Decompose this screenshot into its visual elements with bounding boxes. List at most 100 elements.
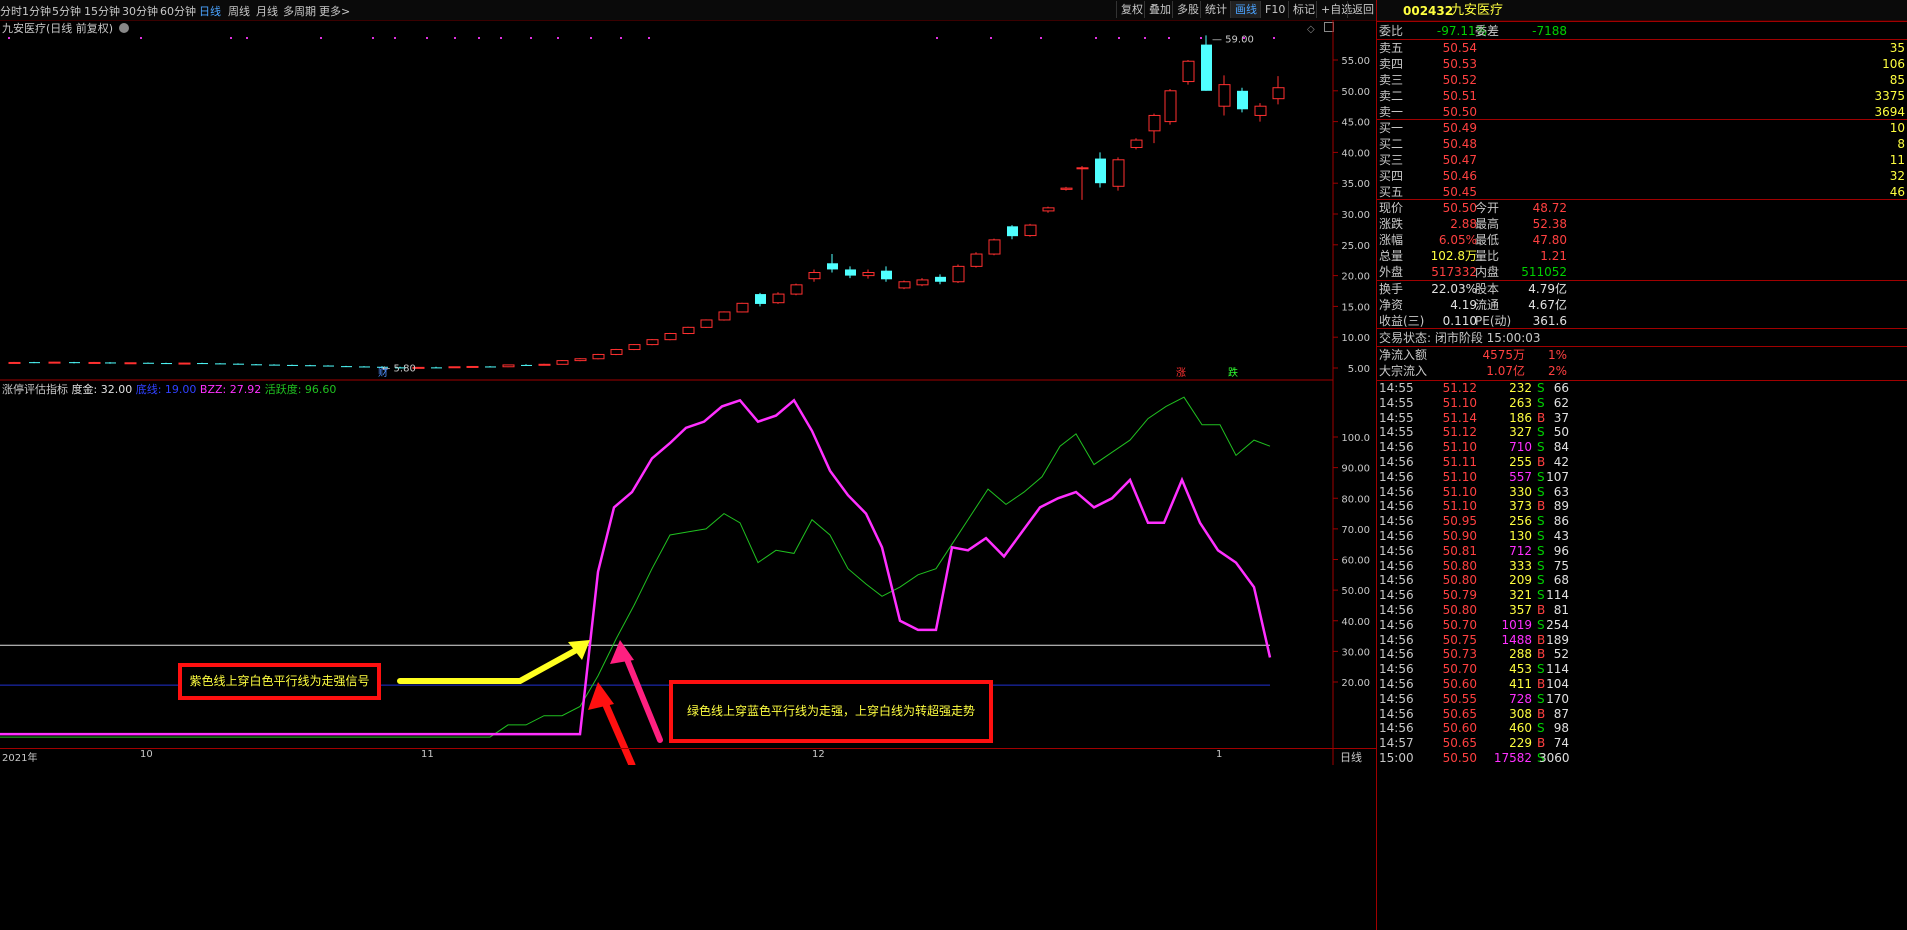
period-tab[interactable]: 60分钟 [160,3,196,19]
stat-value: 102.8万 [1430,249,1477,263]
tick-price: 50.73 [1442,647,1477,662]
tick-row: 14:55 51.12 232 S 66 [1377,381,1907,396]
candle-body [143,362,154,364]
tick-volume: 308 [1509,706,1532,721]
overlay-button[interactable]: 叠加 [1144,1,1175,18]
draw-line-button[interactable]: 画线 [1230,1,1261,18]
stat-label: 涨跌 [1379,217,1404,231]
restore-right-button[interactable]: 复权 [1116,1,1147,18]
tick-volume: 453 [1509,662,1532,677]
indicator-tick-label: 60.00 [1341,556,1370,567]
candle-body [1182,60,1195,83]
bid-row: 买三 50.47 11 [1377,152,1907,168]
tick-count: 3060 [1539,751,1570,765]
candle-body [1076,167,1089,170]
tick-price: 51.10 [1442,499,1477,514]
tick-time: 14:55 [1379,410,1414,425]
candle-body [538,363,551,366]
period-tab[interactable]: 周线 [228,3,250,19]
tick-volume: 712 [1509,543,1532,558]
stat-label: 最高 [1475,217,1500,231]
tick-volume: 232 [1509,381,1532,395]
tick-count: 52 [1553,647,1569,662]
candle-body [287,364,298,366]
stat-row: 现价 50.50 今开 48.72 [1377,200,1907,216]
mark-button[interactable]: 标记 [1288,1,1319,18]
stat-value: 2.88 [1450,217,1477,231]
candle-body [592,353,605,360]
candle-body [161,363,172,365]
period-tab[interactable]: 多周期 [283,3,316,19]
event-marker [394,37,396,39]
bid-label: 买二 [1379,137,1404,151]
ask-label: 卖五 [1379,41,1404,55]
candle-body [1254,105,1267,116]
stat-value: 4.79亿 [1528,282,1567,296]
statistics-button[interactable]: 统计 [1200,1,1231,18]
candle-body [88,361,101,364]
tick-price: 50.70 [1442,617,1477,632]
stat-label: 涨幅 [1379,233,1404,247]
candle-body [827,263,838,270]
period-tab[interactable]: 30分钟 [122,3,158,19]
candle-body [1218,84,1231,107]
tick-volume: 288 [1509,647,1532,662]
multi-stock-button[interactable]: 多股 [1172,1,1203,18]
bid-volume: 10 [1889,121,1905,135]
indicator-tick-label: 40.00 [1341,617,1370,628]
tick-row: 14:56 50.95 256 S 86 [1377,514,1907,529]
chart-area[interactable]: 55.00 50.00 45.00 40.00 35.00 30.00 25.00 20.00… [0,20,1376,765]
candle-body [970,253,983,267]
tick-volume: 130 [1509,529,1532,543]
period-tab[interactable]: 月线 [256,3,278,19]
tick-price: 50.90 [1442,529,1477,543]
stat-row: 涨跌 2.88 最高 52.38 [1377,216,1907,232]
period-tab[interactable]: 5分钟 [52,3,81,19]
period-tab[interactable]: 1分钟 [22,3,51,19]
tick-row: 14:56 50.65 308 B 87 [1377,707,1907,722]
period-indicator[interactable]: 日线 [1340,749,1362,765]
stat-value: 0.110 [1442,314,1477,328]
more-periods-button[interactable]: 更多> [319,3,350,19]
tick-row: 14:56 51.10 710 S 84 [1377,440,1907,455]
tick-price: 50.60 [1442,677,1477,691]
tick-row: 14:56 50.73 288 B 52 [1377,647,1907,662]
bid-row: 买一 50.49 10 [1377,120,1907,136]
f10-button[interactable]: F10 [1260,1,1289,18]
stat-value: 4.19 [1450,298,1477,312]
pink-arrow [621,649,663,743]
event-label: 财 [378,366,388,379]
tick-count: 254 [1546,617,1569,632]
candle-body [178,362,191,365]
period-tab[interactable]: 分时 [0,3,22,19]
event-marker [1168,37,1170,39]
back-button[interactable]: 返回 [1347,1,1378,18]
x-axis-label: 11 [421,749,434,760]
event-marker [1040,37,1042,39]
event-label: 跌 [1228,366,1238,379]
candle-body [772,293,785,304]
period-tab[interactable]: 15分钟 [84,3,120,19]
candle-body [215,363,226,365]
candle-body [1042,207,1055,212]
candle-body [935,276,946,282]
tick-volume: 327 [1509,425,1532,440]
ask-label: 卖二 [1379,89,1404,103]
tick-count: 96 [1553,543,1569,558]
tick-price: 50.75 [1442,632,1477,647]
tick-volume: 17582 [1493,751,1532,765]
period-tab-daily[interactable]: 日线 [199,3,221,19]
bid-row: 买二 50.48 8 [1377,136,1907,152]
candle-body [862,272,875,277]
tick-time: 14:56 [1379,573,1414,588]
stat-value: 22.03% [1431,282,1477,296]
price-tick-label: 45.00 [1341,118,1370,129]
tick-row: 14:56 51.11 255 B 42 [1377,455,1907,470]
flow-percent: 2% [1547,364,1567,378]
event-marker [648,37,650,39]
indicator-tick-label: 50.00 [1341,586,1370,597]
tick-price: 50.65 [1442,706,1477,721]
candle-body [755,294,766,304]
quote-panel: 002432 九安医疗 委比 -97.11% 委差 -7188 卖五 50.54 3… [1376,0,1907,930]
stat-value: 511052 [1521,265,1567,279]
